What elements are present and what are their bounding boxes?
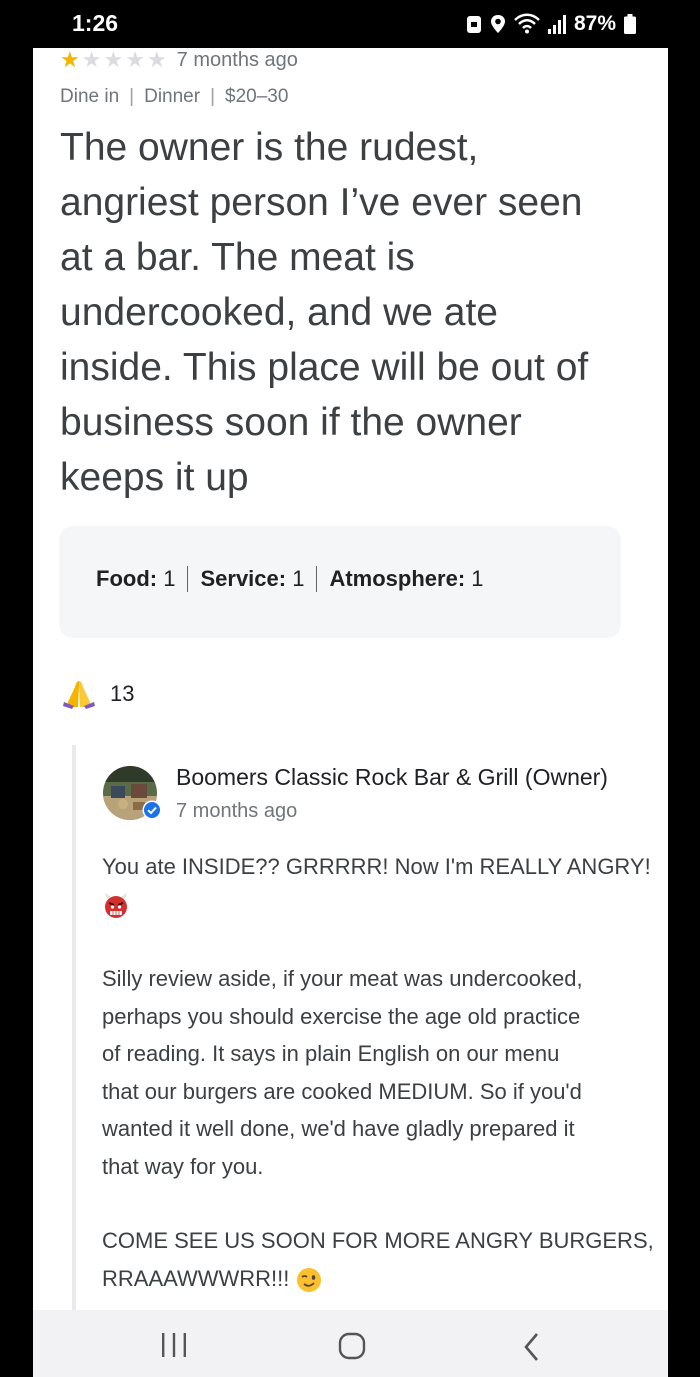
atmosphere-rating-label: Atmosphere: bbox=[329, 566, 466, 591]
owner-response-line: Silly review aside, if your meat was und… bbox=[102, 966, 583, 991]
star-empty-icon: ★ bbox=[103, 48, 124, 72]
home-icon[interactable] bbox=[338, 1332, 366, 1360]
angry-ogre-emoji-icon bbox=[105, 892, 127, 918]
star-empty-icon: ★ bbox=[146, 48, 167, 72]
like-count: 13 bbox=[110, 681, 135, 706]
owner-response-text: You ate INSIDE?? GRRRRR! Now I'm REALLY … bbox=[102, 848, 654, 1297]
meta-meal-type: Dinner bbox=[144, 86, 201, 107]
star-filled-icon: ★ bbox=[60, 48, 80, 72]
status-icons: 87% bbox=[466, 10, 636, 38]
rating-divider bbox=[316, 566, 318, 592]
owner-response-line: RRAAAWWWRR!!! bbox=[102, 1265, 290, 1291]
star-empty-icon: ★ bbox=[125, 48, 145, 72]
meta-service-type: Dine in bbox=[60, 86, 120, 107]
owner-response-line: of reading. It says in plain English on … bbox=[102, 1041, 560, 1066]
review-text-line: business soon if the owner bbox=[60, 401, 522, 444]
rating-row: ★ ★ ★ ★ ★ 7 months ago bbox=[60, 48, 298, 72]
owner-response-paragraph: You ate INSIDE?? GRRRRR! Now I'm REALLY … bbox=[102, 854, 651, 879]
angry-emoji-line bbox=[102, 886, 654, 924]
meta-divider: | bbox=[129, 86, 135, 107]
review-date: 7 months ago bbox=[176, 48, 298, 71]
folded-hands-icon bbox=[63, 681, 95, 709]
meta-divider: | bbox=[210, 86, 216, 107]
battery-icon bbox=[624, 14, 636, 34]
owner-response-line: perhaps you should exercise the age old … bbox=[102, 1003, 581, 1029]
owner-response-line: wanted it well done, we'd have gladly pr… bbox=[102, 1116, 575, 1141]
battery-percent: 87% bbox=[573, 12, 616, 35]
review-text-line: at a bar. The meat is bbox=[60, 236, 415, 279]
star-empty-icon: ★ bbox=[81, 48, 102, 72]
owner-response-last-line: RRAAAWWWRR!!! bbox=[102, 1260, 654, 1298]
back-icon[interactable] bbox=[521, 1332, 543, 1362]
star-rating: ★ ★ ★ ★ ★ bbox=[60, 49, 167, 71]
owner-response-line: that way for you. bbox=[102, 1153, 264, 1179]
recent-apps-icon[interactable] bbox=[159, 1332, 189, 1358]
food-rating-label: Food: bbox=[96, 566, 158, 591]
atmosphere-rating-value: 1 bbox=[471, 566, 484, 591]
service-rating-value: 1 bbox=[292, 566, 305, 591]
service-rating-label: Service: bbox=[200, 566, 287, 591]
signal-icon bbox=[547, 15, 566, 34]
review-text: The owner is the rudest, angriest person… bbox=[60, 120, 640, 505]
review-text-line: keeps it up bbox=[60, 456, 249, 499]
status-time: 1:26 bbox=[72, 10, 119, 36]
verified-badge-icon bbox=[142, 800, 162, 820]
review-text-line: inside. This place will be out of bbox=[60, 346, 589, 389]
review-text-line: angriest person I’ve ever seen bbox=[60, 181, 583, 224]
location-icon bbox=[490, 15, 505, 33]
owner-name[interactable]: Boomers Classic Rock Bar & Grill (Owner) bbox=[176, 764, 608, 791]
wifi-icon bbox=[514, 13, 540, 34]
owner-response-line: COME SEE US SOON FOR MORE ANGRY BURGERS, bbox=[102, 1228, 654, 1253]
like-button[interactable]: 13 bbox=[62, 678, 134, 710]
owner-response-date: 7 months ago bbox=[176, 800, 298, 822]
review-text-line: undercooked, and we ate bbox=[60, 291, 498, 334]
meta-price-range: $20–30 bbox=[225, 86, 289, 107]
status-bar: 1:26 87% bbox=[0, 0, 700, 48]
reply-indent-bar bbox=[72, 745, 76, 1310]
review-meta: Dine in | Dinner | $20–30 bbox=[60, 86, 288, 108]
rating-divider bbox=[187, 566, 189, 592]
navigation-bar bbox=[33, 1310, 668, 1377]
review-text-line: The owner is the rudest, bbox=[60, 126, 479, 169]
lock-icon bbox=[466, 16, 481, 33]
winking-face-emoji-icon bbox=[296, 1267, 321, 1292]
owner-response-line: that our burgers are cooked MEDIUM. So i… bbox=[102, 1078, 582, 1104]
review-card: ★ ★ ★ ★ ★ 7 months ago Dine in | Dinner … bbox=[33, 48, 668, 1310]
food-rating-value: 1 bbox=[163, 566, 176, 591]
sub-ratings: Food: 1 Service: 1 Atmosphere: 1 bbox=[96, 566, 484, 592]
sub-ratings-box: Food: 1 Service: 1 Atmosphere: 1 bbox=[59, 526, 621, 638]
